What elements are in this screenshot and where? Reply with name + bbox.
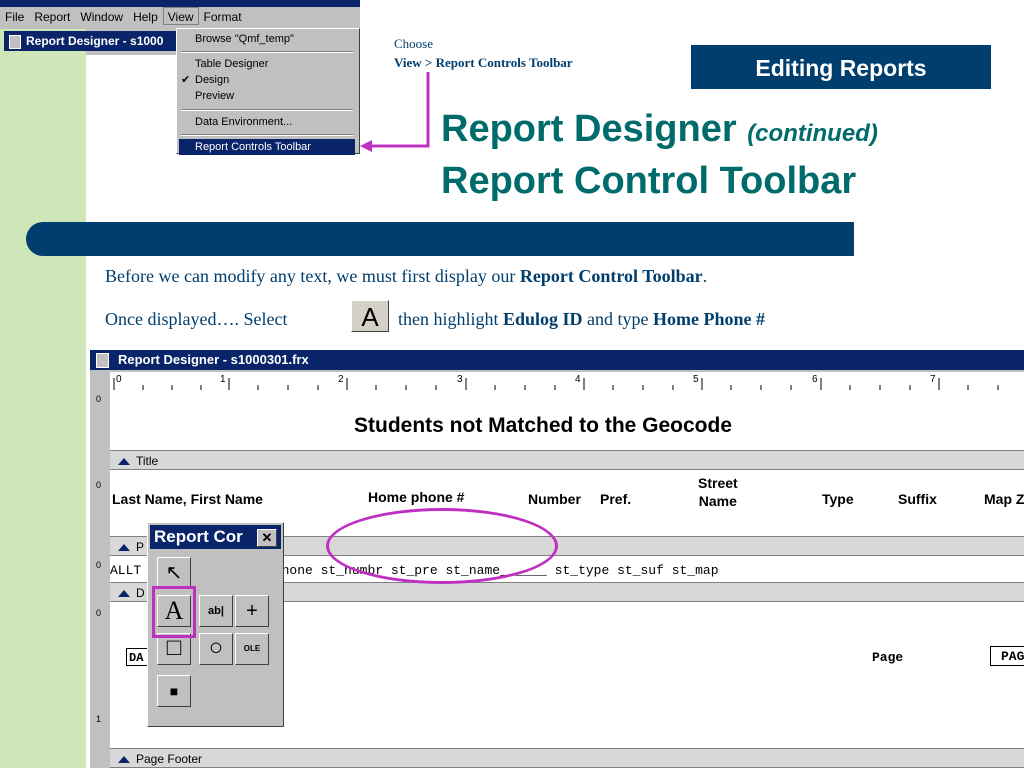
menu-separator bbox=[181, 51, 353, 53]
header-number[interactable]: Number bbox=[528, 490, 581, 508]
slide-subtitle: Report Control Toolbar bbox=[441, 160, 857, 202]
menu-item-data-environment[interactable]: Data Environment... bbox=[195, 114, 292, 130]
lock-tool-button[interactable]: ■ bbox=[157, 675, 191, 707]
header-type[interactable]: Type bbox=[822, 490, 854, 508]
menu-help[interactable]: Help bbox=[128, 7, 163, 24]
menu-view[interactable]: View bbox=[162, 7, 199, 25]
menu-item-table-designer[interactable]: Table Designer bbox=[195, 56, 268, 72]
label-tool-icon: A bbox=[351, 300, 389, 332]
field-tool-button[interactable]: ab| bbox=[199, 595, 233, 627]
window-title: Report Designer - s1000301.frx bbox=[118, 352, 309, 367]
ruler-number: 5 bbox=[693, 374, 699, 385]
label-tool-highlight bbox=[152, 586, 196, 638]
menu-window[interactable]: Window bbox=[75, 7, 128, 24]
toolbar-title: Report Cor bbox=[154, 527, 243, 546]
ruler-number: 3 bbox=[457, 374, 463, 385]
menu-item-browse[interactable]: Browse "Qmf_temp" bbox=[195, 31, 294, 47]
document-icon bbox=[9, 35, 21, 49]
header-pref[interactable]: Pref. bbox=[600, 490, 631, 508]
page-label[interactable]: Page bbox=[872, 650, 903, 665]
ruler-number: 4 bbox=[575, 374, 581, 385]
band-title[interactable]: Title bbox=[110, 450, 1024, 470]
menu-window-titlebar bbox=[0, 0, 360, 7]
ole-tool-button[interactable]: OLE bbox=[235, 633, 269, 665]
ruler-number: 7 bbox=[930, 374, 936, 385]
menu-report[interactable]: Report bbox=[29, 7, 75, 24]
menu-item-report-controls-toolbar[interactable]: Report Controls Toolbar bbox=[179, 139, 355, 155]
ruler-number: 0 bbox=[96, 560, 102, 570]
highlight-oval bbox=[326, 508, 558, 584]
callout-arrow bbox=[360, 72, 430, 152]
doc-tab[interactable]: Report Designer - s1000 bbox=[4, 31, 176, 51]
ruler-number: 0 bbox=[96, 608, 102, 618]
toolbar-titlebar[interactable]: Report Cor ✕ bbox=[150, 525, 281, 549]
menu-item-preview[interactable]: Preview bbox=[195, 88, 234, 104]
ruler-number: 1 bbox=[96, 714, 102, 724]
slide-title: Report Designer (continued) bbox=[441, 108, 878, 150]
menu-separator bbox=[181, 134, 353, 136]
band-arrow-icon bbox=[118, 544, 130, 552]
window-titlebar: Report Designer - s1000301.frx bbox=[90, 350, 1024, 370]
instruction-2: Once displayed…. Select bbox=[105, 309, 288, 329]
ruler-number: 0 bbox=[96, 480, 102, 490]
ruler-number: 0 bbox=[96, 394, 102, 404]
view-dropdown: Browse "Qmf_temp" Table Designer ✔ Desig… bbox=[176, 28, 360, 155]
header-home-phone[interactable]: Home phone # bbox=[368, 488, 464, 506]
instruction-2-cont: then highlight Edulog ID and type Home P… bbox=[398, 309, 766, 329]
ruler-number: 0 bbox=[116, 374, 122, 385]
report-title[interactable]: Students not Matched to the Geocode bbox=[354, 414, 732, 438]
ruler-number: 1 bbox=[220, 374, 226, 385]
divider-bar bbox=[26, 222, 854, 256]
band-arrow-icon bbox=[118, 756, 130, 764]
choose-label: Choose bbox=[394, 36, 433, 51]
ruler-number: 6 bbox=[812, 374, 818, 385]
page-number-field[interactable]: PAGE bbox=[990, 646, 1024, 666]
header-last-first[interactable]: Last Name, First Name bbox=[112, 490, 263, 508]
horizontal-ruler: 0 1 2 3 4 5 6 7 bbox=[110, 372, 1024, 391]
band-arrow-icon bbox=[118, 590, 130, 598]
close-icon[interactable]: ✕ bbox=[257, 529, 277, 547]
menu-file[interactable]: File bbox=[0, 7, 29, 24]
section-header-box: Editing Reports bbox=[691, 45, 991, 89]
document-icon bbox=[96, 353, 109, 368]
instruction-1: Before we can modify any text, we must f… bbox=[105, 266, 708, 286]
menubar: File Report Window Help View Format bbox=[0, 7, 360, 29]
vertical-ruler: 0 0 0 0 1 bbox=[92, 390, 110, 768]
lock-icon: ■ bbox=[169, 683, 179, 699]
header-suffix[interactable]: Suffix bbox=[898, 490, 937, 508]
band-page-footer[interactable]: Page Footer bbox=[110, 748, 1024, 768]
ruler-ticks: 0 1 2 3 4 5 6 7 bbox=[113, 374, 999, 390]
menu-separator bbox=[181, 109, 353, 111]
ruler-number: 2 bbox=[338, 374, 344, 385]
header-street-name[interactable]: Street Name bbox=[698, 474, 738, 510]
line-tool-button[interactable]: + bbox=[235, 595, 269, 627]
pointer-tool-button[interactable]: ↖ bbox=[157, 557, 191, 589]
check-icon: ✔ bbox=[181, 74, 191, 86]
menu-format[interactable]: Format bbox=[199, 7, 247, 24]
band-arrow-icon bbox=[118, 458, 130, 466]
rounded-rect-tool-button[interactable]: ○ bbox=[199, 633, 233, 665]
header-map[interactable]: Map Z bbox=[984, 490, 1024, 508]
doc-tab-label: Report Designer - s1000 bbox=[26, 34, 164, 48]
menu-item-design[interactable]: Design bbox=[195, 72, 229, 88]
menu-screenshot: File Report Window Help View Format Report De… bbox=[0, 0, 360, 155]
